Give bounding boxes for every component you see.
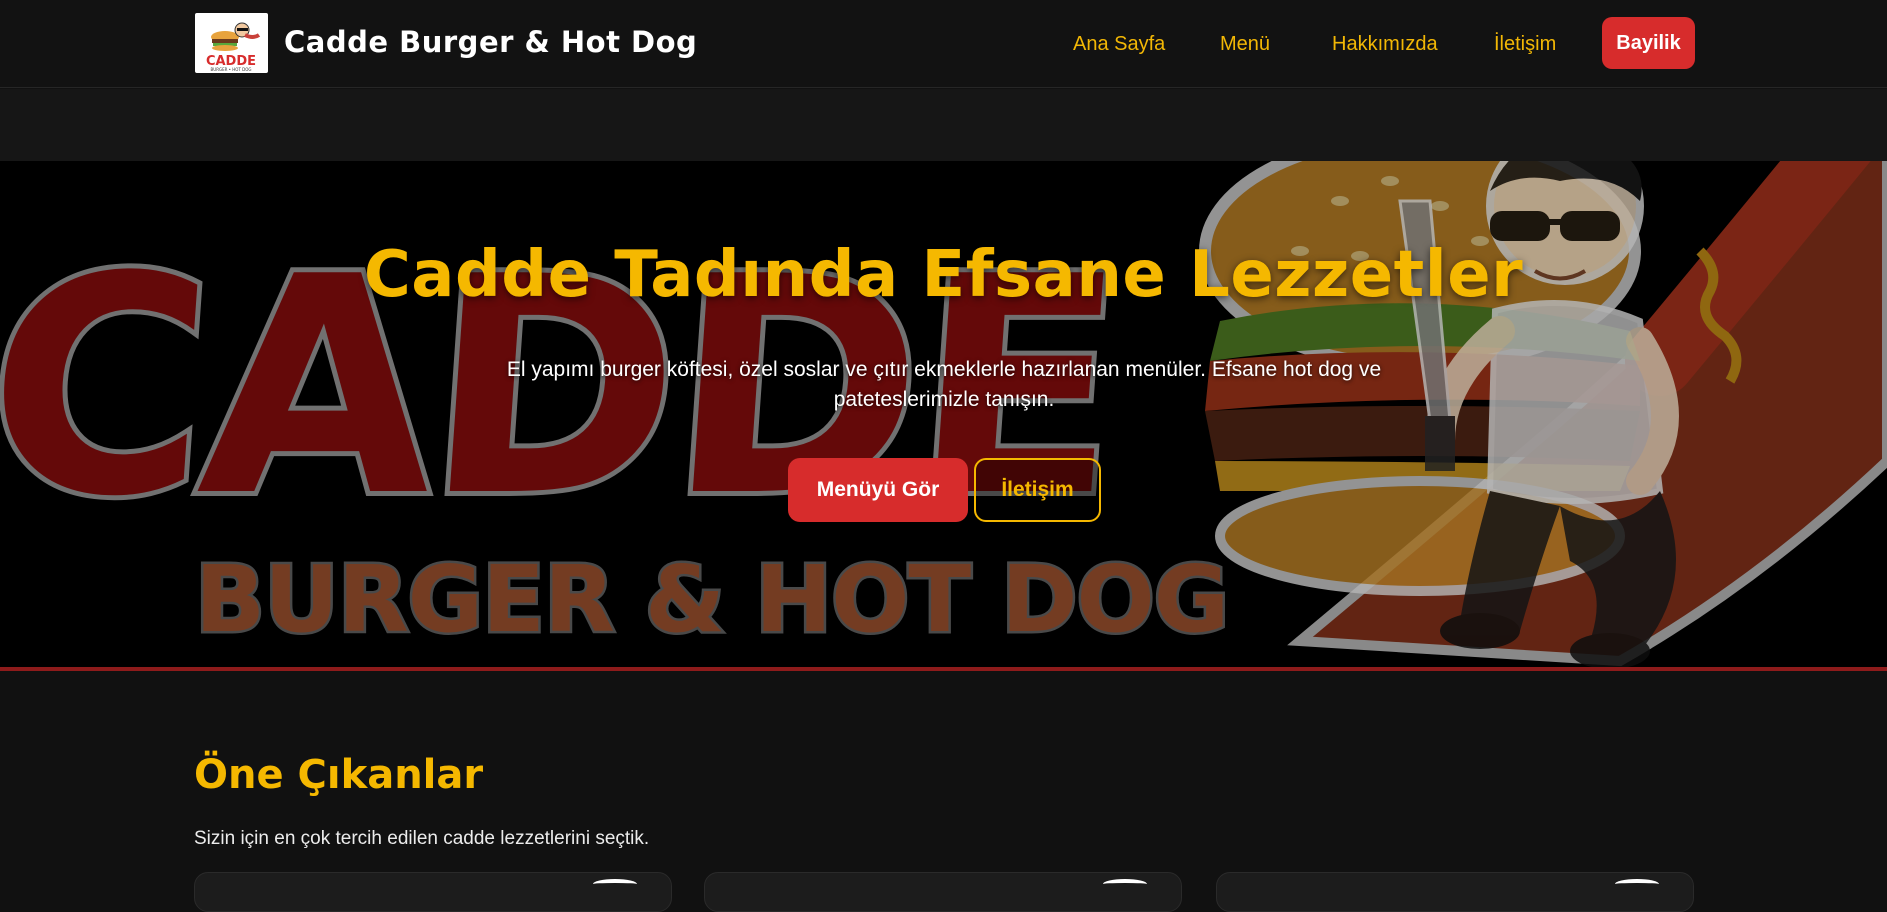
card-image [593, 879, 637, 889]
featured-card[interactable] [194, 872, 672, 912]
header-spacer [0, 89, 1887, 161]
hero-divider [0, 667, 1887, 671]
hero-description: El yapımı burger köftesi, özel soslar ve… [506, 358, 1382, 411]
site-logo[interactable]: CADDE BURGER • HOT DOG [195, 13, 268, 73]
card-image [1615, 879, 1659, 889]
featured-subtitle: Sizin için en çok tercih edilen cadde le… [194, 828, 650, 849]
nav-contact-link[interactable]: İletişim [1494, 33, 1556, 56]
logo-image: CADDE BURGER • HOT DOG [206, 22, 261, 72]
nav-about-link[interactable]: Hakkımızda [1332, 33, 1438, 56]
card-image [1103, 879, 1147, 889]
site-header: CADDE BURGER • HOT DOG Cadde Burger & Ho… [0, 0, 1887, 88]
featured-title: Öne Çıkanlar [194, 752, 484, 798]
franchise-button[interactable]: Bayilik [1602, 17, 1695, 69]
brand-name[interactable]: Cadde Burger & Hot Dog [284, 25, 697, 59]
view-menu-button[interactable]: Menüyü Gör [788, 458, 968, 522]
featured-card[interactable] [1216, 872, 1694, 912]
logo-subtext: BURGER • HOT DOG [211, 67, 252, 72]
contact-button[interactable]: İletişim [974, 458, 1101, 522]
nav-home-link[interactable]: Ana Sayfa [1073, 33, 1165, 56]
nav-menu-link[interactable]: Menü [1220, 33, 1270, 56]
featured-card[interactable] [704, 872, 1182, 912]
hero-title: Cadde Tadında Efsane Lezzetler [363, 238, 1524, 312]
